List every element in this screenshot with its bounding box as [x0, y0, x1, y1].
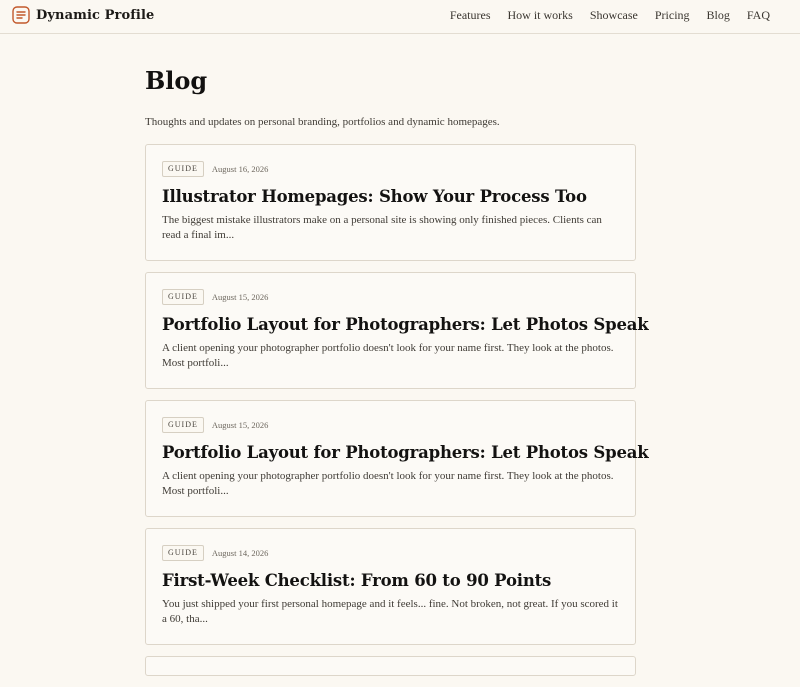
- post-meta: GUIDE August 15, 2026: [162, 289, 619, 305]
- nav-link-showcase[interactable]: Showcase: [590, 8, 638, 23]
- page-title: Blog: [145, 66, 208, 95]
- post-title-link[interactable]: Illustrator Homepages: Show Your Process…: [162, 186, 619, 207]
- post-card[interactable]: GUIDE August 15, 2026 Portfolio Layout f…: [145, 400, 649, 517]
- nav-link-blog[interactable]: Blog: [707, 8, 730, 23]
- post-meta: GUIDE August 16, 2026: [162, 161, 619, 177]
- nav-link-pricing[interactable]: Pricing: [655, 8, 690, 23]
- post-meta: GUIDE August 15, 2026: [162, 417, 619, 433]
- brand-home-link[interactable]: Dynamic Profile: [12, 6, 154, 24]
- post-list: GUIDE August 16, 2026 Illustrator Homepa…: [145, 144, 649, 676]
- brand-name: Dynamic Profile: [36, 7, 155, 23]
- post-tag-badge: GUIDE: [162, 545, 204, 561]
- menu-lines-icon: [12, 6, 30, 24]
- nav-link-faq[interactable]: FAQ: [747, 8, 770, 23]
- post-tag-badge: GUIDE: [162, 417, 204, 433]
- post-date: August 15, 2026: [211, 420, 269, 430]
- main-nav: Features How it works Showcase Pricing B…: [450, 8, 770, 23]
- page-subtitle: Thoughts and updates on personal brandin…: [145, 116, 500, 128]
- nav-link-features[interactable]: Features: [450, 8, 491, 23]
- post-date: August 14, 2026: [211, 548, 269, 558]
- post-title-link[interactable]: Portfolio Layout for Photographers: Let …: [162, 442, 649, 463]
- post-excerpt: You just shipped your first personal hom…: [162, 598, 618, 625]
- top-navigation-bar: Dynamic Profile Features How it works Sh…: [0, 0, 800, 34]
- post-meta: GUIDE August 14, 2026: [162, 545, 619, 561]
- post-excerpt: The biggest mistake illustrators make on…: [162, 214, 602, 241]
- post-tag-badge: GUIDE: [162, 289, 204, 305]
- post-excerpt: A client opening your photographer portf…: [162, 342, 614, 369]
- post-card[interactable]: GUIDE August 16, 2026 Illustrator Homepa…: [145, 144, 636, 261]
- post-date: August 15, 2026: [211, 292, 269, 302]
- post-title-link[interactable]: First-Week Checklist: From 60 to 90 Poin…: [162, 570, 619, 591]
- nav-link-how-it-works[interactable]: How it works: [508, 8, 573, 23]
- post-title-link[interactable]: Portfolio Layout for Photographers: Let …: [162, 314, 649, 335]
- post-date: August 16, 2026: [211, 164, 269, 174]
- post-tag-badge: GUIDE: [162, 161, 204, 177]
- post-card-partial[interactable]: [145, 656, 636, 676]
- blog-main: Blog Thoughts and updates on personal br…: [145, 64, 649, 687]
- post-card[interactable]: GUIDE August 15, 2026 Portfolio Layout f…: [145, 272, 649, 389]
- post-excerpt: A client opening your photographer portf…: [162, 470, 614, 497]
- post-card[interactable]: GUIDE August 14, 2026 First-Week Checkli…: [145, 528, 636, 645]
